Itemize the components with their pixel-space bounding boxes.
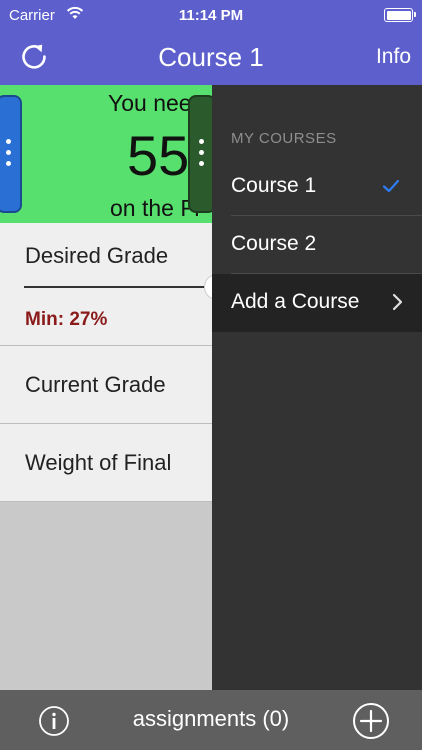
weight-of-final-label: Weight of Final xyxy=(25,450,172,475)
drag-dots-icon xyxy=(199,139,205,169)
navigation-bar: Course 1 Info xyxy=(0,30,422,85)
desired-grade-row[interactable]: Desired Grade Min: 27% xyxy=(0,223,212,346)
battery-icon xyxy=(384,8,416,22)
page-title: Course 1 xyxy=(158,42,264,72)
min-grade-text: Min: 27% xyxy=(25,309,108,330)
courses-drawer: MY COURSES Course 1 Course 2 Add a Cours… xyxy=(212,85,422,690)
current-grade-row[interactable]: Current Grade xyxy=(0,346,212,424)
result-final-text: on the Fi xyxy=(110,195,200,221)
left-drawer-handle[interactable] xyxy=(0,95,22,213)
drawer-item-label: Add a Course xyxy=(231,290,360,313)
chevron-right-icon xyxy=(392,293,403,311)
status-time: 11:14 PM xyxy=(178,7,244,24)
desired-grade-input-underline[interactable] xyxy=(24,286,212,288)
drag-dots-icon xyxy=(6,139,12,169)
add-circle-icon[interactable] xyxy=(352,702,390,740)
weight-of-final-row[interactable]: Weight of Final xyxy=(0,424,212,502)
current-grade-label: Current Grade xyxy=(25,372,166,397)
status-bar: Carrier 11:14 PM xyxy=(0,0,422,30)
info-button[interactable]: Info xyxy=(376,45,411,69)
result-score: 55 xyxy=(127,124,190,187)
drawer-item-add-course[interactable]: Add a Course xyxy=(212,274,422,332)
drawer-section-title: MY COURSES xyxy=(231,130,337,147)
drawer-item-label: Course 2 xyxy=(231,232,317,255)
result-needs-text: You nee xyxy=(108,90,192,116)
bottom-toolbar: assignments (0) xyxy=(0,690,422,750)
drawer-item-label: Course 1 xyxy=(231,174,317,197)
checkmark-icon xyxy=(382,179,400,193)
drawer-item-course-2[interactable]: Course 2 xyxy=(212,216,422,274)
desired-grade-label: Desired Grade xyxy=(25,243,169,268)
drawer-item-course-1[interactable]: Course 1 xyxy=(212,158,422,216)
